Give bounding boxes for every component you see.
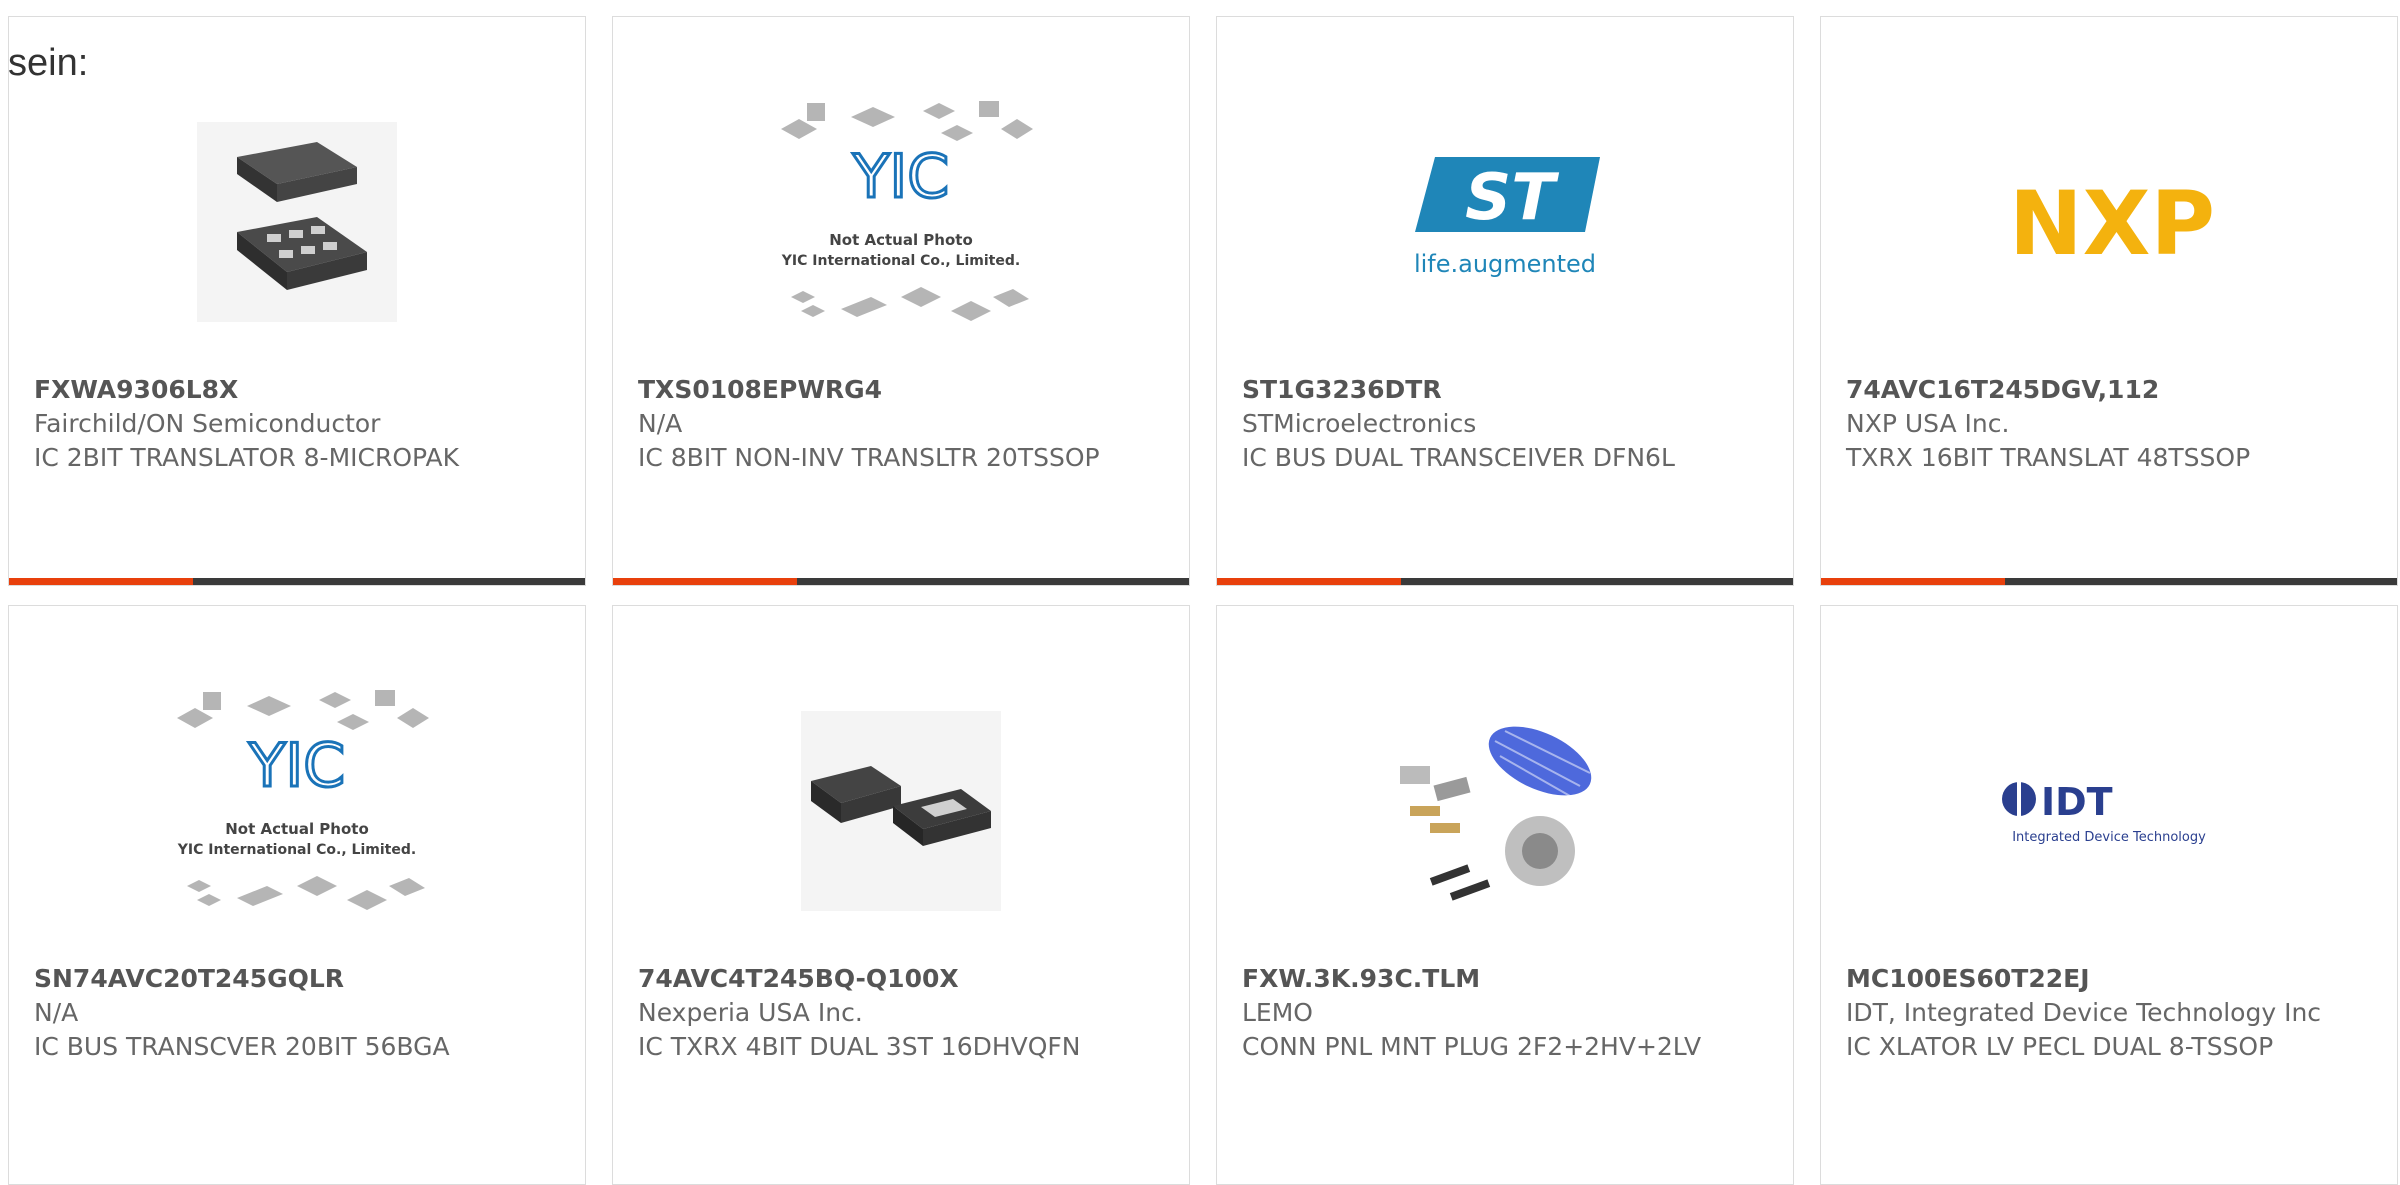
product-card[interactable]: ST life.augmented ST1G3236DTR STMicroele… — [1216, 16, 1794, 586]
product-card[interactable]: YIC Not Actual Photo YIC International C… — [8, 605, 586, 1185]
svg-text:Not Actual Photo: Not Actual Photo — [225, 820, 369, 838]
svg-text:YIC: YIC — [248, 731, 345, 801]
product-image[interactable]: IDT Integrated Device Technology — [1821, 666, 2397, 956]
product-card[interactable]: 74AVC4T245BQ-Q100X Nexperia USA Inc. IC … — [612, 605, 1190, 1185]
product-image[interactable] — [613, 666, 1189, 956]
product-image[interactable]: ST life.augmented — [1217, 77, 1793, 367]
part-number[interactable]: FXW.3K.93C.TLM — [1242, 962, 1768, 996]
svg-text:YIC International Co., Limited: YIC International Co., Limited. — [177, 842, 416, 858]
svg-text:IDT: IDT — [2041, 780, 2113, 824]
card-progress-bar — [9, 578, 585, 585]
product-card[interactable]: IDT Integrated Device Technology MC100ES… — [1820, 605, 2398, 1185]
chip-image — [197, 122, 397, 322]
product-card[interactable]: FXW.3K.93C.TLM LEMO CONN PNL MNT PLUG 2F… — [1216, 605, 1794, 1185]
part-number[interactable]: ST1G3236DTR — [1242, 373, 1768, 407]
svg-text:YIC International Co., Limited: YIC International Co., Limited. — [781, 253, 1020, 269]
product-image[interactable] — [9, 77, 585, 367]
svg-text:ST: ST — [1465, 161, 1559, 235]
product-image[interactable]: YIC Not Actual Photo YIC International C… — [9, 666, 585, 956]
connector-image — [1400, 726, 1592, 901]
description: IC 8BIT NON-INV TRANSLTR 20TSSOP — [638, 443, 1100, 472]
card-progress-bar — [1821, 578, 2397, 585]
chip-image — [801, 711, 1001, 911]
manufacturer: STMicroelectronics — [1242, 409, 1477, 438]
part-number[interactable]: TXS0108EPWRG4 — [638, 373, 1164, 407]
manufacturer: LEMO — [1242, 998, 1313, 1027]
description: IC 2BIT TRANSLATOR 8-MICROPAK — [34, 443, 459, 472]
product-image[interactable]: YIC Not Actual Photo YIC International C… — [613, 77, 1189, 367]
svg-text:YIC: YIC — [852, 142, 949, 212]
nxp-logo-image: NXP — [2009, 172, 2215, 272]
card-progress-bar — [1217, 578, 1793, 585]
product-image[interactable]: NXP — [1821, 77, 2397, 367]
svg-text:life.augmented: life.augmented — [1414, 250, 1596, 278]
page-label: sein: — [8, 42, 89, 84]
description: IC XLATOR LV PECL DUAL 8-TSSOP — [1846, 1032, 2274, 1061]
manufacturer: N/A — [34, 998, 79, 1027]
manufacturer: Fairchild/ON Semiconductor — [34, 409, 381, 438]
manufacturer: Nexperia USA Inc. — [638, 998, 863, 1027]
product-card[interactable]: YIC Not Actual Photo YIC International C… — [612, 16, 1190, 586]
svg-text:Integrated Device Technology: Integrated Device Technology — [2012, 830, 2206, 845]
part-number[interactable]: 74AVC4T245BQ-Q100X — [638, 962, 1164, 996]
description: IC BUS TRANSCVER 20BIT 56BGA — [34, 1032, 450, 1061]
manufacturer: NXP USA Inc. — [1846, 409, 2010, 438]
svg-text:Not Actual Photo: Not Actual Photo — [829, 231, 973, 249]
manufacturer: IDT, Integrated Device Technology Inc — [1846, 998, 2322, 1027]
idt-logo-image: IDT Integrated Device Technology — [2002, 780, 2206, 845]
part-number[interactable]: FXWA9306L8X — [34, 373, 560, 407]
product-card[interactable]: NXP 74AVC16T245DGV,112 NXP USA Inc. TXRX… — [1820, 16, 2398, 586]
st-logo-image: ST life.augmented — [1414, 157, 1600, 278]
part-number[interactable]: MC100ES60T22EJ — [1846, 962, 2372, 996]
description: IC TXRX 4BIT DUAL 3ST 16DHVQFN — [638, 1032, 1081, 1061]
manufacturer: N/A — [638, 409, 683, 438]
product-image[interactable] — [1217, 666, 1793, 956]
yic-placeholder-image: YIC Not Actual Photo YIC International C… — [177, 690, 429, 910]
description: CONN PNL MNT PLUG 2F2+2HV+2LV — [1242, 1032, 1702, 1061]
description: IC BUS DUAL TRANSCEIVER DFN6L — [1242, 443, 1675, 472]
product-card[interactable]: FXWA9306L8X Fairchild/ON Semiconductor I… — [8, 16, 586, 586]
description: TXRX 16BIT TRANSLAT 48TSSOP — [1846, 443, 2251, 472]
part-number[interactable]: SN74AVC20T245GQLR — [34, 962, 560, 996]
card-progress-bar — [613, 578, 1189, 585]
yic-placeholder-image: YIC Not Actual Photo YIC International C… — [781, 101, 1033, 321]
part-number[interactable]: 74AVC16T245DGV,112 — [1846, 373, 2372, 407]
